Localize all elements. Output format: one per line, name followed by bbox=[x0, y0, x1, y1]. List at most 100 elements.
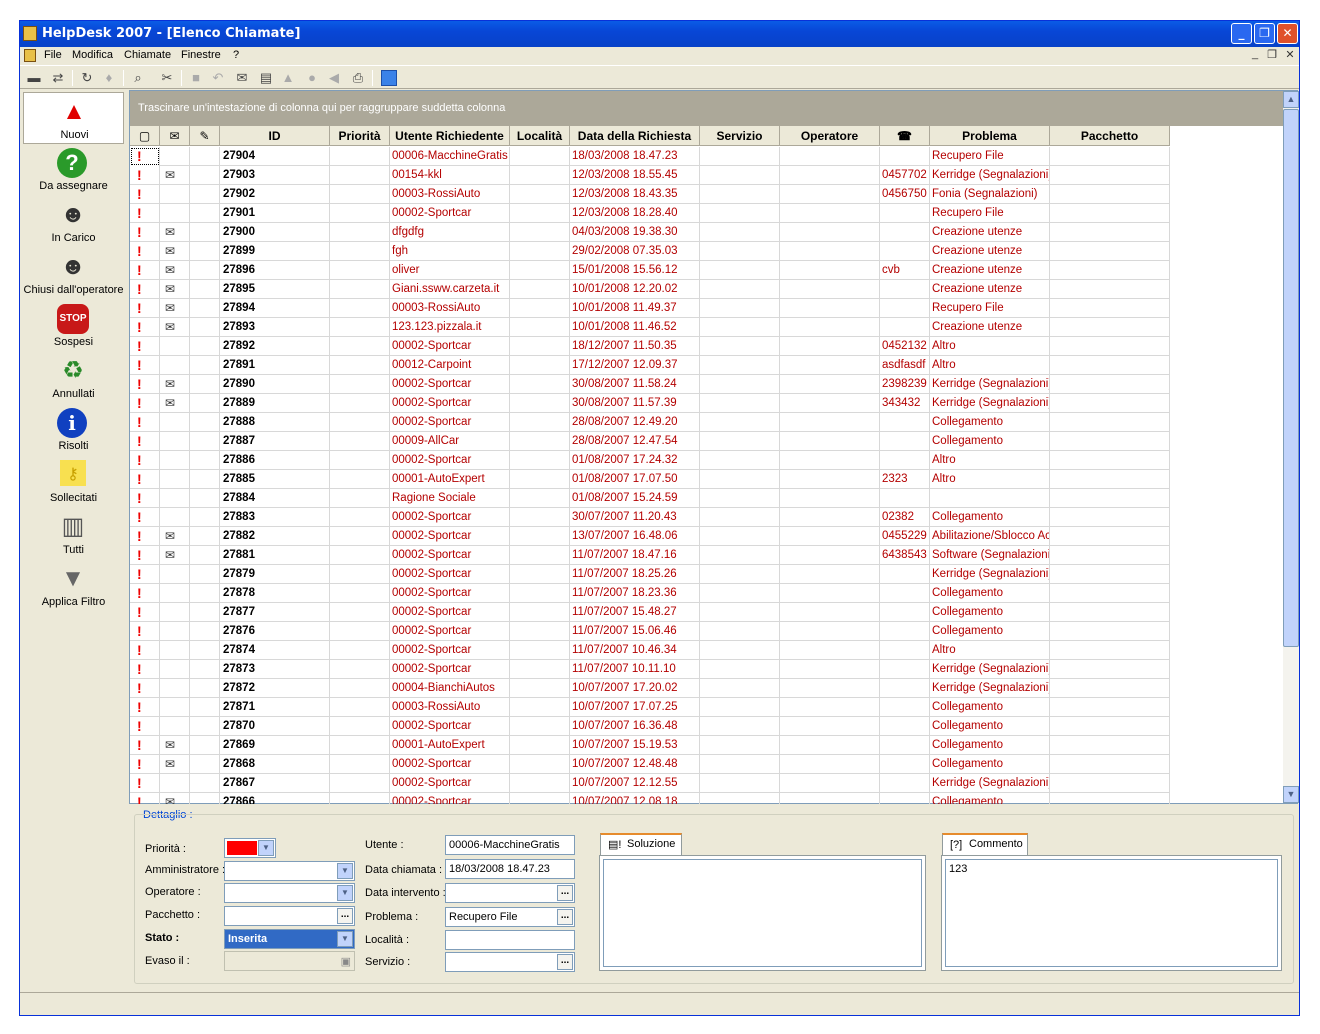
problema-field[interactable]: Recupero File... bbox=[445, 907, 575, 927]
tab-soluzione[interactable]: ▤! Soluzione bbox=[600, 833, 682, 855]
chevron-down-icon[interactable]: ▼ bbox=[337, 863, 353, 879]
header-id[interactable]: ID bbox=[220, 126, 330, 146]
undo-icon[interactable]: ↶ bbox=[210, 70, 226, 86]
header-priorita[interactable]: Priorità bbox=[330, 126, 390, 146]
table-row[interactable]: ! 27877 00002-Sportcar 11/07/2007 15.48.27 C… bbox=[130, 603, 1170, 622]
table-row[interactable]: ! 27904 00006-MacchineGratis 18/03/2008 18.… bbox=[130, 147, 1170, 166]
minimize-button[interactable]: _ bbox=[1231, 23, 1252, 44]
ellipsis-button[interactable]: ... bbox=[557, 885, 573, 901]
menu-help[interactable]: ? bbox=[233, 49, 239, 61]
ellipsis-button[interactable]: ... bbox=[557, 909, 573, 925]
table-row[interactable]: ! ✉ 27899 fgh 29/02/2008 07.35.03 Creazione u… bbox=[130, 242, 1170, 261]
grid-body[interactable]: ! 27904 00006-MacchineGratis 18/03/2008 18.… bbox=[130, 147, 1170, 804]
amministratore-select[interactable]: ▼ bbox=[224, 861, 355, 881]
scroll-thumb[interactable] bbox=[1283, 109, 1299, 647]
table-row[interactable]: ! 27884 Ragione Sociale 01/08/2007 15.24.59 bbox=[130, 489, 1170, 508]
table-row[interactable]: ! ✉ 27866 00002-Sportcar 10/07/2007 12.08.18… bbox=[130, 793, 1170, 804]
menu-file[interactable]: File bbox=[44, 49, 62, 61]
mdi-restore-button[interactable]: ❐ bbox=[1265, 48, 1279, 62]
table-row[interactable]: ! 27902 00003-RossiAuto 12/03/2008 18.43.35… bbox=[130, 185, 1170, 204]
sidebar-item-nuovi[interactable]: ▲ Nuovi bbox=[23, 92, 124, 144]
header-localita[interactable]: Località bbox=[510, 126, 570, 146]
table-row[interactable]: ! ✉ 27868 00002-Sportcar 10/07/2007 12.48.48… bbox=[130, 755, 1170, 774]
table-row[interactable]: ! 27901 00002-Sportcar 12/03/2008 18.28.40 R… bbox=[130, 204, 1170, 223]
table-row[interactable]: ! 27872 00004-BianchiAutos 10/07/2007 17.20… bbox=[130, 679, 1170, 698]
header-utente[interactable]: Utente Richiedente bbox=[390, 126, 510, 146]
title-bar[interactable]: HelpDesk 2007 - [Elenco Chiamate] _ ❐ ✕ bbox=[20, 21, 1299, 47]
servizio-field[interactable]: ... bbox=[445, 952, 575, 972]
localita-field[interactable] bbox=[445, 930, 575, 950]
table-row[interactable]: ! ✉ 27894 00003-RossiAuto 10/01/2008 11.49.3… bbox=[130, 299, 1170, 318]
mdi-minimize-button[interactable]: _ bbox=[1248, 48, 1262, 62]
table-row[interactable]: ! 27874 00002-Sportcar 11/07/2007 10.46.34 A… bbox=[130, 641, 1170, 660]
table-row[interactable]: ! ✉ 27881 00002-Sportcar 11/07/2007 18.47.16… bbox=[130, 546, 1170, 565]
utente-field[interactable]: 00006-MacchineGratis bbox=[445, 835, 575, 855]
menu-chiamate[interactable]: Chiamate bbox=[124, 49, 171, 61]
maximize-button[interactable]: ❐ bbox=[1254, 23, 1275, 44]
table-row[interactable]: ! ✉ 27889 00002-Sportcar 30/08/2007 11.57.39… bbox=[130, 394, 1170, 413]
table-row[interactable]: ! 27892 00002-Sportcar 18/12/2007 11.50.35 0… bbox=[130, 337, 1170, 356]
header-new[interactable]: ▢ bbox=[130, 126, 160, 146]
table-row[interactable]: ! ✉ 27890 00002-Sportcar 30/08/2007 11.58.24… bbox=[130, 375, 1170, 394]
ellipsis-button[interactable]: ... bbox=[557, 954, 573, 970]
table-row[interactable]: ! ✉ 27896 oliver 15/01/2008 15.56.12 cvb Creaz… bbox=[130, 261, 1170, 280]
table-row[interactable]: ! 27887 00009-AllCar 28/08/2007 12.47.54 Col… bbox=[130, 432, 1170, 451]
header-data[interactable]: Data della Richiesta bbox=[570, 126, 700, 146]
data-intervento-field[interactable]: ... bbox=[445, 883, 575, 903]
vertical-scrollbar[interactable]: ▲ ▼ bbox=[1283, 91, 1299, 803]
scroll-down-button[interactable]: ▼ bbox=[1283, 786, 1299, 803]
menu-finestre[interactable]: Finestre bbox=[181, 49, 221, 61]
print-icon[interactable]: ⎙ bbox=[350, 70, 366, 86]
calls-grid[interactable]: Trascinare un'intestazione di colonna qu… bbox=[129, 90, 1299, 804]
refresh-icon[interactable]: ↻ bbox=[79, 70, 95, 86]
table-row[interactable]: ! 27883 00002-Sportcar 30/07/2007 11.20.43 0… bbox=[130, 508, 1170, 527]
header-attach[interactable]: ✎ bbox=[190, 126, 220, 146]
header-problema[interactable]: Problema bbox=[930, 126, 1050, 146]
sidebar-item-da-assegnare[interactable]: ? Da assegnare bbox=[23, 144, 124, 196]
save-icon[interactable]: ■ bbox=[188, 70, 204, 86]
tools-icon[interactable]: ✂ bbox=[159, 70, 175, 86]
table-row[interactable]: ! 27873 00002-Sportcar 11/07/2007 10.11.10 K… bbox=[130, 660, 1170, 679]
chevron-down-icon[interactable]: ▼ bbox=[337, 931, 353, 947]
find-icon[interactable]: ⌕ bbox=[130, 70, 146, 86]
sidebar-item-annullati[interactable]: ♻ Annullati bbox=[23, 352, 124, 404]
table-row[interactable]: ! ✉ 27882 00002-Sportcar 13/07/2007 16.48.06… bbox=[130, 527, 1170, 546]
commento-textarea[interactable]: 123 bbox=[945, 859, 1278, 967]
mail-icon[interactable]: ✉ bbox=[234, 70, 250, 86]
back-icon[interactable]: ◀ bbox=[326, 70, 342, 86]
data-chiamata-field[interactable]: 18/03/2008 18.47.23 bbox=[445, 859, 575, 879]
table-row[interactable]: ! 27886 00002-Sportcar 01/08/2007 17.24.32 A… bbox=[130, 451, 1170, 470]
assign-icon[interactable]: ♦ bbox=[101, 70, 117, 86]
sidebar-item-in-carico[interactable]: ☻ In Carico bbox=[23, 196, 124, 248]
user-icon[interactable]: ● bbox=[304, 70, 320, 86]
table-row[interactable]: ! 27871 00003-RossiAuto 10/07/2007 17.07.25… bbox=[130, 698, 1170, 717]
table-row[interactable]: ! ✉ 27903 00154-kkl 12/03/2008 18.55.45 04577… bbox=[130, 166, 1170, 185]
table-row[interactable]: ! 27888 00002-Sportcar 28/08/2007 12.49.20 C… bbox=[130, 413, 1170, 432]
operatore-select[interactable]: ▼ bbox=[224, 883, 355, 903]
table-row[interactable]: ! ✉ 27900 dfgdfg 04/03/2008 19.38.30 Creazion… bbox=[130, 223, 1170, 242]
header-telefono[interactable]: ☎ bbox=[880, 126, 930, 146]
table-row[interactable]: ! ✉ 27893 123.123.pizzala.it 10/01/2008 11.4… bbox=[130, 318, 1170, 337]
header-servizio[interactable]: Servizio bbox=[700, 126, 780, 146]
lock-icon[interactable]: ▲ bbox=[280, 70, 296, 86]
table-row[interactable]: ! 27885 00001-AutoExpert 01/08/2007 17.07.5… bbox=[130, 470, 1170, 489]
group-by-bar[interactable]: Trascinare un'intestazione di colonna qu… bbox=[130, 91, 1283, 126]
sidebar-item-tutti[interactable]: ▥ Tutti bbox=[23, 508, 124, 560]
window-icon[interactable] bbox=[381, 70, 397, 86]
mdi-close-button[interactable]: ✕ bbox=[1283, 48, 1297, 62]
sidebar-item-chiusi[interactable]: ☻ Chiusi dall'operatore bbox=[23, 248, 124, 300]
priorita-select[interactable]: ▼ bbox=[224, 838, 276, 858]
sidebar-item-applica-filtro[interactable]: ▼ Applica Filtro bbox=[23, 560, 124, 612]
chevron-down-icon[interactable]: ▼ bbox=[337, 885, 353, 901]
table-row[interactable]: ! ✉ 27895 Giani.ssww.carzeta.it 10/01/2008 1… bbox=[130, 280, 1170, 299]
sidebar-item-sospesi[interactable]: STOP Sospesi bbox=[23, 300, 124, 352]
pacchetto-field[interactable]: ... bbox=[224, 906, 355, 926]
sidebar-item-risolti[interactable]: i Risolti bbox=[23, 404, 124, 456]
scroll-up-button[interactable]: ▲ bbox=[1283, 91, 1299, 108]
table-row[interactable]: ! ✉ 27869 00001-AutoExpert 10/07/2007 15.19.… bbox=[130, 736, 1170, 755]
table-row[interactable]: ! 27878 00002-Sportcar 11/07/2007 18.23.36 C… bbox=[130, 584, 1170, 603]
table-row[interactable]: ! 27876 00002-Sportcar 11/07/2007 15.06.46 C… bbox=[130, 622, 1170, 641]
tab-commento[interactable]: [?] Commento bbox=[942, 833, 1028, 855]
menu-modifica[interactable]: Modifica bbox=[72, 49, 113, 61]
open-folder-icon[interactable]: ▬ bbox=[26, 70, 42, 86]
